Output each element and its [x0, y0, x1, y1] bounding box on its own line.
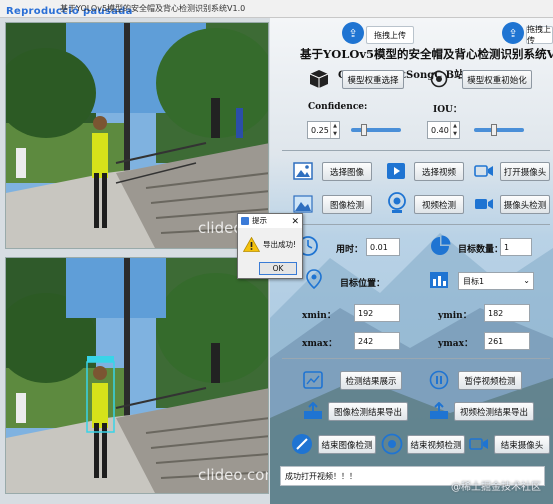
- detection-video-pane: clideo.com: [5, 257, 269, 494]
- original-video-pane: clideo.com: [5, 22, 269, 249]
- upload-icon-left[interactable]: ⇪: [342, 22, 364, 44]
- model-weight-select-button[interactable]: 模型权重选择: [342, 70, 404, 89]
- stop-image-icon: [290, 432, 314, 456]
- webcam-icon: [385, 191, 409, 215]
- confidence-slider-handle[interactable]: [360, 124, 367, 136]
- xmin-label: xmin：: [302, 311, 336, 321]
- confidence-slider[interactable]: [351, 124, 401, 136]
- spin-arrows-icon[interactable]: ▲ ▼: [450, 122, 459, 138]
- bar-chart-icon: [428, 270, 450, 290]
- divider: [282, 224, 550, 225]
- spin-arrows-icon[interactable]: ▲ ▼: [330, 122, 339, 138]
- video-watermark: clideo.com: [198, 466, 269, 484]
- ymax-label: ymax：: [438, 339, 473, 349]
- time-field: 0.01: [366, 238, 400, 256]
- end-camera-button[interactable]: 结束摄像头: [494, 435, 550, 454]
- confidence-spinbox[interactable]: 0.25 ▲ ▼: [307, 121, 340, 139]
- export-image-icon: [302, 401, 324, 421]
- iou-slider-handle[interactable]: [491, 124, 497, 136]
- export-video-results-button[interactable]: 视频检测结果导出: [454, 402, 534, 421]
- target-count-field: 1: [500, 238, 532, 256]
- divider: [282, 150, 550, 151]
- xmax-label: xmax：: [302, 339, 338, 349]
- end-video-detect-button[interactable]: 结束视频检测: [407, 435, 465, 454]
- dialog-title-bar: 提示 ✕: [238, 214, 302, 228]
- window-title: 基于YOLOv5模型的安全帽及背心检测识别系统V1.0: [60, 4, 246, 13]
- select-image-button[interactable]: 选择图像: [322, 162, 372, 181]
- xmax-field: 242: [354, 332, 400, 350]
- site-watermark: @稀土掘金技术社区: [451, 482, 541, 493]
- model-weight-init-button[interactable]: 模型权重初始化: [462, 70, 532, 89]
- target-select-dropdown[interactable]: 目标1 ⌄: [458, 272, 534, 290]
- pie-chart-icon: [428, 234, 452, 258]
- ok-button[interactable]: OK: [259, 262, 297, 275]
- drag-upload-button-right[interactable]: 拖拽上传: [526, 25, 553, 45]
- iou-label: IOU：: [433, 105, 462, 115]
- image-detect-button[interactable]: 图像检测: [322, 195, 372, 214]
- radio-icon: [428, 68, 450, 90]
- export-image-results-button[interactable]: 图像检测结果导出: [328, 402, 408, 421]
- stop-video-icon: [380, 432, 404, 456]
- export-success-dialog: 提示 ✕ 导出成功! OK: [237, 213, 303, 279]
- ymin-field: 182: [484, 304, 530, 322]
- pause-video-detect-button[interactable]: 暂停视频检测: [458, 371, 522, 390]
- target-position-label: 目标位置：: [340, 279, 386, 289]
- video-detect-button[interactable]: 视频检测: [414, 195, 464, 214]
- app-icon: [241, 217, 249, 225]
- time-label: 用时：: [336, 245, 364, 255]
- close-icon[interactable]: ✕: [291, 215, 299, 229]
- camera-detect-button[interactable]: 摄像头检测: [500, 195, 550, 214]
- chevron-down-icon[interactable]: ⌄: [523, 276, 530, 285]
- open-camera-button[interactable]: 打开摄像头: [500, 162, 550, 181]
- detection-label: [87, 356, 114, 362]
- ymax-field: 261: [484, 332, 530, 350]
- show-results-button[interactable]: 检测结果展示: [340, 371, 402, 390]
- drag-upload-button-left[interactable]: 拖拽上传: [366, 26, 414, 44]
- divider: [282, 358, 550, 359]
- iou-spinbox[interactable]: 0.40 ▲ ▼: [427, 121, 460, 139]
- xmin-field: 192: [354, 304, 400, 322]
- warning-icon: [242, 236, 261, 255]
- end-image-detect-button[interactable]: 结束图像检测: [318, 435, 376, 454]
- select-video-button[interactable]: 选择视频: [414, 162, 464, 181]
- camera-icon: [473, 160, 495, 182]
- image-icon: [292, 160, 314, 182]
- target-count-label: 目标数量：: [458, 245, 504, 255]
- camcorder-icon: [473, 193, 495, 215]
- ymin-label: ymin：: [438, 311, 472, 321]
- location-pin-icon: [304, 268, 324, 290]
- pause-icon: [428, 369, 450, 391]
- upload-icon-right[interactable]: ⇪: [502, 22, 524, 44]
- iou-slider[interactable]: [474, 124, 524, 136]
- landscape-icon: [292, 193, 314, 215]
- dialog-title: 提示: [252, 216, 267, 225]
- original-video-frame: clideo.com: [6, 23, 268, 248]
- export-video-icon: [428, 401, 450, 421]
- video-icon: [385, 160, 407, 182]
- control-panel: ⇪ 拖拽上传 ⇪ 拖拽上传 基于YOLOv5模型的安全帽及背心检测识别系统V1.…: [270, 18, 553, 504]
- app-title: 基于YOLOv5模型的安全帽及背心检测识别系统V1.0: [300, 47, 553, 61]
- cube-icon: [308, 68, 330, 90]
- confidence-label: Confidence:: [308, 102, 368, 112]
- stop-camera-icon: [468, 434, 490, 454]
- dialog-message: 导出成功!: [263, 240, 297, 249]
- display-icon: [302, 370, 324, 390]
- title-bar: Reproducció pausada 基于YOLOv5模型的安全帽及背心检测识…: [0, 0, 553, 18]
- detection-video-frame: clideo.com: [6, 258, 269, 493]
